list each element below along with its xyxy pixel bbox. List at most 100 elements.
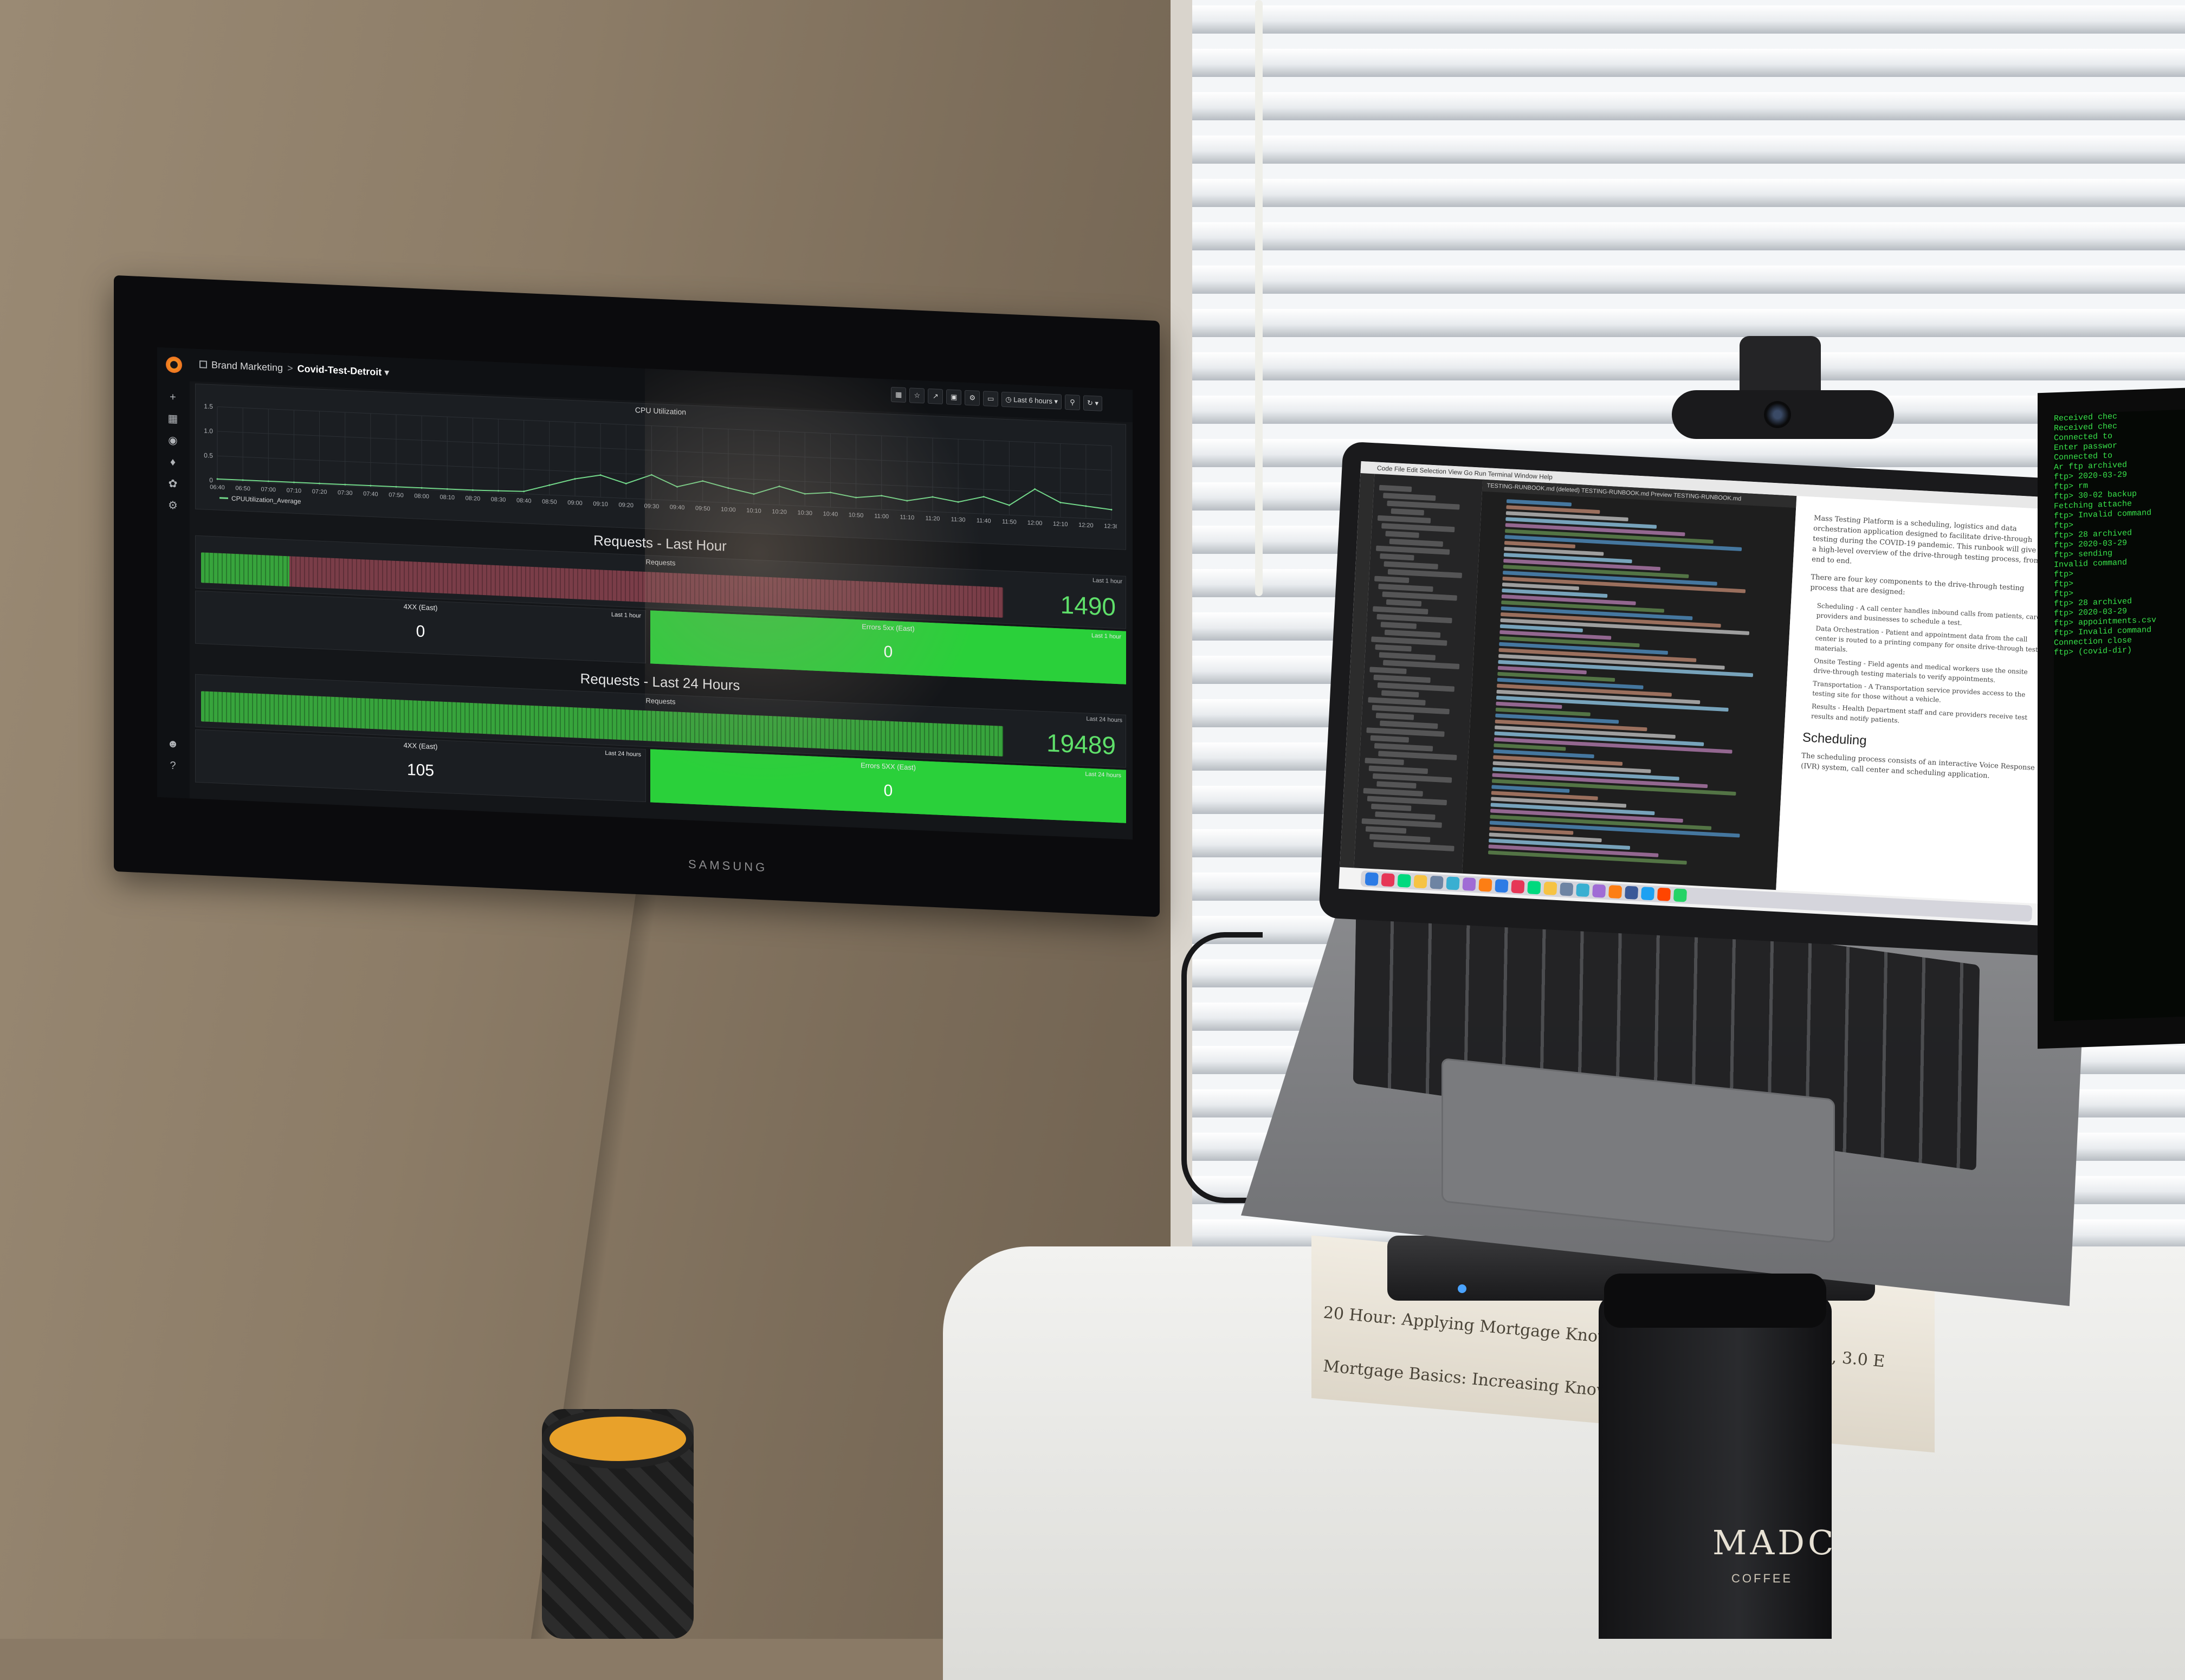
- explorer-item[interactable]: [1368, 697, 1426, 706]
- gear-icon[interactable]: ⚙: [965, 390, 980, 406]
- explorer-item[interactable]: [1379, 484, 1412, 492]
- explorer-item[interactable]: [1385, 531, 1419, 538]
- explore-icon[interactable]: ◉: [167, 434, 179, 447]
- dock-app-icon[interactable]: [1462, 877, 1476, 891]
- help-icon[interactable]: ?: [167, 759, 179, 772]
- explorer-item[interactable]: [1370, 735, 1410, 743]
- gear-icon[interactable]: ⚙: [167, 499, 179, 512]
- dashboard-title[interactable]: Covid-Test-Detroit: [298, 363, 382, 378]
- grafana-logo-icon[interactable]: [166, 356, 182, 373]
- dock-app-icon[interactable]: [1560, 882, 1574, 896]
- explorer-item[interactable]: [1391, 508, 1425, 516]
- explorer-item[interactable]: [1375, 811, 1436, 820]
- explorer-item[interactable]: [1371, 803, 1412, 811]
- tv-mode-icon[interactable]: ▭: [983, 391, 999, 407]
- legend-swatch: [219, 497, 228, 499]
- zoom-out-icon[interactable]: ⚲: [1064, 394, 1080, 411]
- data-point: [497, 490, 500, 492]
- dock-app-icon[interactable]: [1495, 879, 1509, 893]
- explorer-item[interactable]: [1377, 515, 1431, 524]
- explorer-item[interactable]: [1381, 690, 1419, 698]
- vscode-explorer[interactable]: [1354, 474, 1483, 874]
- power-led-icon: [1458, 1284, 1466, 1293]
- alert-bell-icon[interactable]: ♦: [167, 456, 179, 468]
- dock-app-icon[interactable]: [1413, 875, 1427, 889]
- blind-slat: [1192, 266, 2185, 294]
- user-avatar-icon[interactable]: ☻: [167, 738, 179, 751]
- explorer-item[interactable]: [1373, 674, 1431, 683]
- explorer-item[interactable]: [1369, 667, 1407, 674]
- save-icon[interactable]: ▣: [946, 389, 962, 405]
- data-point: [727, 487, 729, 489]
- dashboards-icon[interactable]: ▦: [167, 412, 179, 425]
- dock-app-icon[interactable]: [1657, 887, 1671, 901]
- x-tick-label: 08:10: [440, 494, 455, 501]
- x-tick-label: 11:10: [900, 514, 915, 521]
- explorer-item[interactable]: [1365, 758, 1404, 765]
- explorer-item[interactable]: [1380, 720, 1438, 729]
- explorer-item[interactable]: [1386, 599, 1422, 607]
- explorer-item[interactable]: [1376, 781, 1417, 789]
- x-tick-label: 12:20: [1078, 522, 1094, 529]
- explorer-item[interactable]: [1379, 652, 1436, 661]
- stat-value: 105: [406, 760, 435, 780]
- dock-app-icon[interactable]: [1543, 881, 1557, 895]
- x-tick-label: 09:40: [670, 504, 685, 511]
- explorer-item[interactable]: [1363, 788, 1423, 797]
- explorer-item[interactable]: [1389, 538, 1444, 547]
- x-tick-label: 07:50: [389, 492, 404, 499]
- explorer-item[interactable]: [1373, 842, 1454, 851]
- dock-app-icon[interactable]: [1381, 873, 1395, 887]
- x-tick-label: 11:30: [951, 516, 966, 524]
- explorer-item[interactable]: [1374, 743, 1433, 752]
- dock-app-icon[interactable]: [1624, 886, 1639, 900]
- plus-icon[interactable]: +: [167, 391, 179, 404]
- terminal-window[interactable]: Received chec Received chec Connected to En…: [2054, 409, 2185, 1022]
- explorer-item[interactable]: [1380, 622, 1417, 629]
- share-icon[interactable]: ↗: [928, 388, 943, 405]
- dock-app-icon[interactable]: [1673, 888, 1688, 902]
- explorer-item[interactable]: [1374, 576, 1410, 583]
- blind-slat: [1192, 49, 2185, 77]
- x-tick-label: 07:00: [261, 486, 276, 493]
- x-tick-label: 10:10: [746, 507, 761, 514]
- explorer-item[interactable]: [1365, 826, 1407, 834]
- explorer-item[interactable]: [1383, 493, 1436, 501]
- x-tick-label: 10:20: [772, 508, 787, 515]
- dock-app-icon[interactable]: [1478, 878, 1492, 892]
- explorer-item[interactable]: [1375, 713, 1414, 720]
- dock-app-icon[interactable]: [1640, 887, 1655, 901]
- star-icon[interactable]: ☆: [909, 387, 925, 404]
- explorer-item[interactable]: [1369, 833, 1431, 843]
- explorer-item[interactable]: [1384, 629, 1441, 638]
- explorer-item[interactable]: [1375, 644, 1412, 652]
- vscode-editor[interactable]: TESTING-RUNBOOK.md (deleted) TESTING-RUN…: [1462, 479, 1797, 890]
- dock-app-icon[interactable]: [1365, 872, 1379, 886]
- explorer-item[interactable]: [1373, 606, 1428, 615]
- y-tick-label: 0.5: [204, 451, 213, 460]
- webcam-lens-icon: [1764, 401, 1791, 428]
- breadcrumb-folder[interactable]: Brand Marketing: [211, 359, 283, 373]
- dock-app-icon[interactable]: [1608, 885, 1622, 899]
- dock-app-icon[interactable]: [1527, 881, 1541, 895]
- y-tick-label: 0: [209, 476, 213, 484]
- blind-slat: [1192, 92, 2185, 120]
- grafana-dashboard: Brand Marketing > Covid-Test-Detroit ▾ ▦ ☆…: [157, 347, 1133, 840]
- explorer-item[interactable]: [1380, 553, 1414, 561]
- data-point: [1110, 508, 1113, 511]
- dock-app-icon[interactable]: [1397, 874, 1411, 888]
- time-range-picker[interactable]: ◷ Last 6 hours ▾: [1001, 391, 1062, 410]
- refresh-icon[interactable]: ↻ ▾: [1083, 395, 1102, 411]
- time-range-label: Last 6 hours: [1013, 395, 1052, 405]
- server-icon[interactable]: ✿: [167, 477, 179, 490]
- dock-app-icon[interactable]: [1430, 875, 1444, 889]
- explorer-item[interactable]: [1368, 765, 1428, 774]
- explorer-item[interactable]: [1378, 583, 1433, 592]
- dock-app-icon[interactable]: [1592, 884, 1606, 898]
- dock-app-icon[interactable]: [1446, 876, 1460, 890]
- explorer-item[interactable]: [1384, 561, 1438, 570]
- add-panel-icon[interactable]: ▦: [891, 386, 907, 403]
- breadcrumb[interactable]: Brand Marketing > Covid-Test-Detroit ▾: [199, 359, 389, 378]
- dock-app-icon[interactable]: [1576, 883, 1590, 897]
- dock-app-icon[interactable]: [1511, 880, 1525, 894]
